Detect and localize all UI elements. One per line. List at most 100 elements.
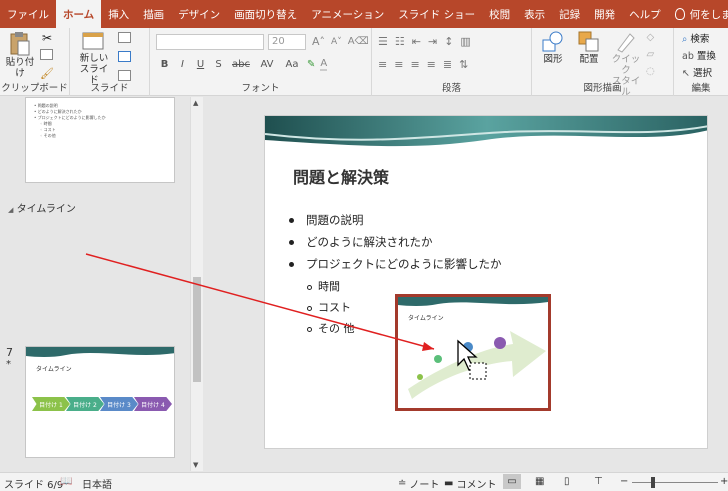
bold-button[interactable]: B <box>158 59 171 70</box>
justify-icon[interactable]: ≡ <box>427 58 436 71</box>
numbering-icon[interactable]: ☷ <box>395 35 405 48</box>
underline-button[interactable]: U <box>194 59 207 70</box>
font-color-icon[interactable]: A <box>320 58 328 71</box>
paste-button[interactable]: 貼り付け <box>4 31 36 79</box>
comments-button[interactable]: ▬ コメント <box>444 476 496 491</box>
decrease-font-icon[interactable]: A˅ <box>331 37 342 47</box>
new-slide-button[interactable]: 新しい スライド <box>76 31 112 86</box>
tab-developer[interactable]: 開発 <box>587 0 622 28</box>
change-case-button[interactable]: Aa <box>282 59 302 70</box>
font-name-dropdown[interactable] <box>156 34 264 50</box>
align-center-icon[interactable]: ≡ <box>394 58 403 71</box>
zoom-slider-thumb[interactable] <box>651 477 655 488</box>
sub-bullet-item[interactable]: 時間 <box>307 278 340 294</box>
font-size-dropdown[interactable]: 20 <box>268 34 306 50</box>
tab-home[interactable]: ホーム <box>56 0 102 28</box>
scroll-down-icon[interactable]: ▼ <box>193 461 198 469</box>
notes-label: ノート <box>409 480 440 491</box>
select-button[interactable]: ↖ 選択 <box>682 65 712 79</box>
tab-animations[interactable]: アニメーション <box>304 0 391 28</box>
sub-bullet-item[interactable]: その 他 <box>307 320 355 336</box>
bullet-item[interactable]: 問題の説明 <box>289 212 364 228</box>
notes-button[interactable]: ≐ ノート <box>398 476 439 491</box>
zoom-in-button[interactable]: + <box>720 476 728 487</box>
distributed-icon[interactable]: ≣ <box>443 58 452 71</box>
bullets-icon[interactable]: ☰ <box>378 35 388 48</box>
text-direction-icon[interactable]: ⇅ <box>459 58 468 71</box>
align-right-icon[interactable]: ≡ <box>410 58 419 71</box>
slide-thumbnail-6[interactable]: • 問題の説明 • どのように解決されたか • プロジェクトにどのように影響した… <box>25 97 175 183</box>
format-painter-icon[interactable]: 🖌 <box>40 67 54 80</box>
arrange-button[interactable]: 配置 <box>572 30 606 65</box>
bullet-item[interactable]: どのように解決されたか <box>289 234 433 250</box>
tab-record[interactable]: 記録 <box>552 0 587 28</box>
tab-insert[interactable]: 挿入 <box>101 0 136 28</box>
zoom-slider[interactable] <box>632 482 718 483</box>
italic-button[interactable]: I <box>176 59 189 70</box>
increase-font-icon[interactable]: A˄ <box>312 35 325 48</box>
tab-review[interactable]: 校閲 <box>482 0 517 28</box>
language-indicator[interactable]: 日本語 <box>82 476 112 491</box>
highlight-icon[interactable]: ✎ <box>307 59 315 70</box>
normal-view-button[interactable]: ▭ <box>503 474 521 489</box>
bullet-item[interactable]: プロジェクトにどのように影響したか <box>289 256 502 272</box>
slideshow-button[interactable]: ⊤ <box>594 476 603 487</box>
tab-file[interactable]: ファイル <box>0 0 56 28</box>
grid-icon: ▦ <box>535 476 545 487</box>
slide-title[interactable]: 問題と解決策 <box>293 164 389 188</box>
clear-format-icon[interactable]: A⌫ <box>348 36 369 47</box>
lightbulb-icon <box>674 8 685 20</box>
group-font: 20 A˄ A˅ A⌫ B I U S abc AV Aa ✎ A フォント <box>150 28 372 96</box>
tab-help[interactable]: ヘルプ <box>622 0 668 28</box>
tab-slideshow[interactable]: スライド ショー <box>391 0 482 28</box>
current-slide[interactable]: 問題と解決策 問題の説明 どのように解決されたか プロジェクトにどのように影響し… <box>264 115 708 449</box>
replace-label: 置換 <box>696 51 716 62</box>
shape-fill-icon[interactable]: ◇ <box>647 32 655 43</box>
section-header-timeline[interactable]: ◢ タイムライン <box>8 200 76 215</box>
comment-icon: ▬ <box>444 478 454 489</box>
slide-sorter-button[interactable]: ▦ <box>535 476 544 487</box>
find-button[interactable]: ⌕ 検索 <box>682 31 709 45</box>
zoom-out-button[interactable]: − <box>620 476 628 487</box>
scroll-thumb[interactable] <box>193 277 201 382</box>
replace-button[interactable]: ab 置換 <box>682 48 716 62</box>
sub-bullet-item[interactable]: コスト <box>307 299 351 315</box>
tab-transitions[interactable]: 画面切り替え <box>227 0 304 28</box>
tab-design[interactable]: デザイン <box>171 0 227 28</box>
layout-icon[interactable] <box>118 32 131 46</box>
slide-counter: スライド 6/9 <box>4 480 64 491</box>
scroll-up-icon[interactable]: ▲ <box>193 99 198 107</box>
arrange-icon <box>578 31 599 52</box>
search-icon: ⌕ <box>682 34 688 45</box>
spellcheck-icon[interactable]: 📖 <box>60 476 72 487</box>
clipboard-icon <box>10 32 30 56</box>
wave-header-graphic <box>398 297 548 306</box>
dragged-slide-preview[interactable]: タイムライン <box>395 294 551 411</box>
group-drawing: 図形 配置 クイック スタイル ◇ ▱ ◌ 図形描画 <box>532 28 674 98</box>
decrease-indent-icon[interactable]: ⇤ <box>412 35 421 48</box>
shape-effects-icon[interactable]: ◌ <box>646 66 655 77</box>
shapes-button[interactable]: 図形 <box>536 30 570 65</box>
slide-thumbnail-7[interactable]: タイムライン 目付け 1 目付け 2 目付け 3 目付け 4 <box>25 346 175 458</box>
copy-icon[interactable] <box>40 49 54 63</box>
tab-draw[interactable]: 描画 <box>136 0 171 28</box>
group-clipboard: 貼り付け ✂ 🖌 クリップボード <box>0 28 70 96</box>
normal-view-icon: ▭ <box>507 476 517 487</box>
columns-icon[interactable]: ▥ <box>460 35 470 48</box>
cut-icon[interactable]: ✂ <box>42 31 52 45</box>
strikethrough-button[interactable]: abc <box>230 59 252 70</box>
reset-icon[interactable] <box>118 51 131 65</box>
thumbnail-scrollbar[interactable]: ▲ ▼ <box>190 97 203 471</box>
line-spacing-icon[interactable]: ↕ <box>444 35 453 48</box>
paragraph-group-label: 段落 <box>441 83 461 94</box>
align-left-icon[interactable]: ≡ <box>378 58 387 71</box>
tab-view[interactable]: 表示 <box>517 0 552 28</box>
shadow-button[interactable]: S <box>212 59 225 70</box>
shape-outline-icon[interactable]: ▱ <box>647 49 655 60</box>
char-spacing-button[interactable]: AV <box>257 59 277 70</box>
find-label: 検索 <box>690 34 710 45</box>
tell-me-search[interactable]: 何をしますか <box>668 0 728 28</box>
increase-indent-icon[interactable]: ⇥ <box>428 35 437 48</box>
collapse-triangle-icon: ◢ <box>8 206 14 214</box>
reading-view-button[interactable]: ▯ <box>564 476 570 487</box>
